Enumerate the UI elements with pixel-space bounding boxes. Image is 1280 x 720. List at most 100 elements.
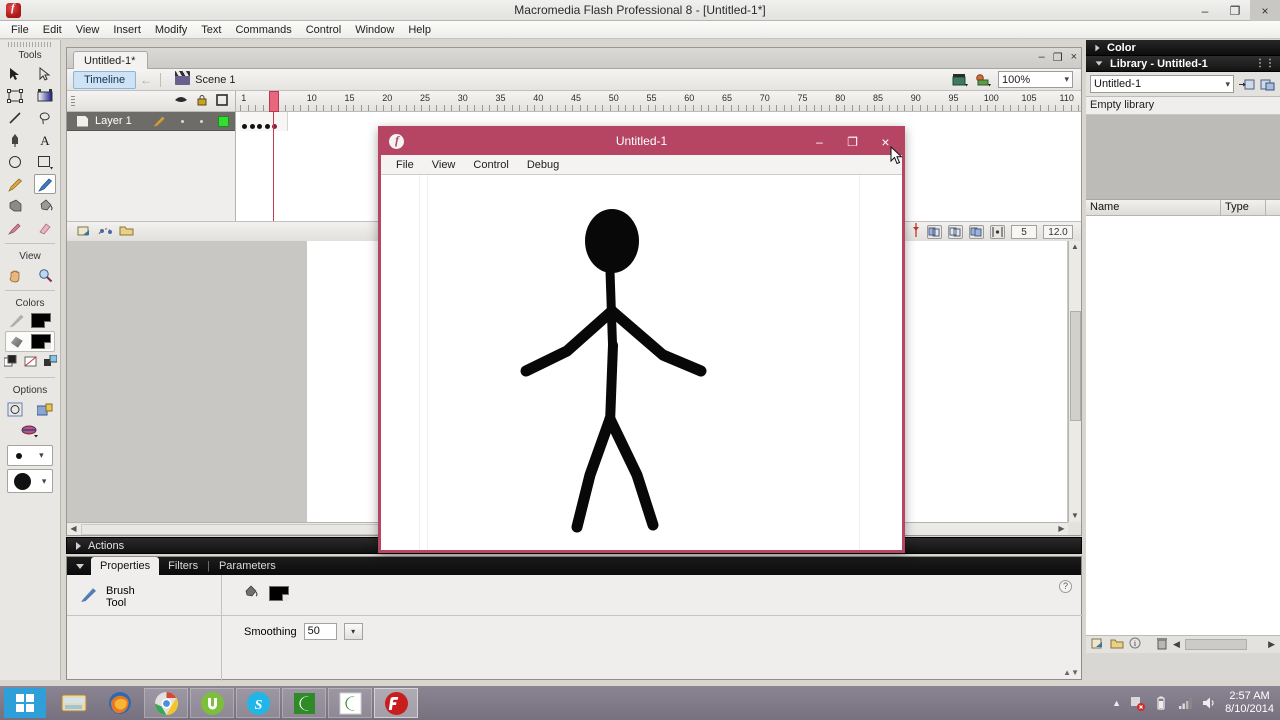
library-scroll-right-icon[interactable]: ▶ <box>1268 639 1275 650</box>
zoom-tool[interactable] <box>34 265 56 285</box>
menu-modify[interactable]: Modify <box>148 23 194 37</box>
smoothing-input[interactable]: 50 <box>303 623 337 640</box>
fill-color-swatch[interactable] <box>30 334 51 349</box>
pin-library-icon[interactable] <box>1260 77 1276 92</box>
menu-text[interactable]: Text <box>194 23 228 37</box>
stage-zoom-select[interactable]: 100% ▾ <box>998 71 1073 88</box>
timeline-button[interactable]: Timeline <box>73 70 137 89</box>
doc-close-button[interactable]: × <box>1071 51 1077 64</box>
menu-commands[interactable]: Commands <box>228 23 298 37</box>
selection-tool[interactable] <box>4 64 26 84</box>
onion-skin-outlines-icon[interactable] <box>948 224 963 239</box>
stage-vertical-scrollbar[interactable]: ▲ ▼ <box>1068 241 1081 522</box>
menu-view[interactable]: View <box>69 23 107 37</box>
timeline-frame-cell[interactable] <box>277 112 288 131</box>
player-menu-debug[interactable]: Debug <box>518 158 568 172</box>
menu-edit[interactable]: Edit <box>36 23 69 37</box>
panel-options-icon[interactable]: ⋮⋮ <box>1255 58 1280 69</box>
layer-name[interactable]: Layer 1 <box>95 115 132 127</box>
library-item-list[interactable] <box>1086 216 1280 635</box>
layer-lock-toggle[interactable] <box>199 119 203 123</box>
player-titlebar[interactable]: Untitled-1 – ❐ × <box>381 129 902 155</box>
color-panel-header[interactable]: Color <box>1086 40 1280 56</box>
scroll-left-arrow-icon[interactable]: ◀ <box>67 523 80 535</box>
scroll-up-arrow-icon[interactable]: ▲ <box>1069 241 1081 253</box>
menu-insert[interactable]: Insert <box>106 23 148 37</box>
library-horizontal-scroll-thumb[interactable] <box>1184 639 1247 650</box>
add-motion-guide-icon[interactable] <box>98 224 113 240</box>
skype-icon[interactable]: S <box>236 688 280 718</box>
player-maximize-button[interactable]: ❐ <box>836 129 869 155</box>
chrome-icon[interactable] <box>144 688 188 718</box>
player-menu-file[interactable]: File <box>387 158 423 172</box>
minimize-button[interactable]: – <box>1190 0 1220 21</box>
fps-indicator[interactable]: 12.0 <box>1043 224 1073 239</box>
collapse-triangle-icon[interactable] <box>76 563 84 569</box>
stroke-color-swatch[interactable] <box>30 313 51 328</box>
brush-mode-icon[interactable] <box>19 421 41 441</box>
edit-symbols-icon[interactable] <box>975 73 992 87</box>
brush-shape-selector[interactable]: ▾ <box>7 469 53 493</box>
text-tool[interactable]: A <box>34 130 56 150</box>
subselection-tool[interactable] <box>34 64 56 84</box>
tab-parameters[interactable]: Parameters <box>210 558 285 574</box>
document-tab[interactable]: Untitled-1* <box>73 51 149 69</box>
playhead-handle[interactable] <box>269 91 280 112</box>
flash-player-icon[interactable] <box>374 688 418 718</box>
tab-properties[interactable]: Properties <box>91 557 160 575</box>
object-drawing-icon[interactable] <box>4 399 26 419</box>
volume-icon[interactable] <box>1201 695 1217 711</box>
onion-skin-icon[interactable] <box>927 224 942 239</box>
utorrent-icon[interactable] <box>190 688 234 718</box>
ink-bottle-tool[interactable] <box>4 196 26 216</box>
lock-icon[interactable] <box>197 94 207 109</box>
smoothing-dropdown-button[interactable]: ▾ <box>343 623 363 640</box>
panel-grip[interactable] <box>8 42 52 47</box>
player-menu-view[interactable]: View <box>423 158 465 172</box>
lasso-tool[interactable] <box>34 108 56 128</box>
player-minimize-button[interactable]: – <box>803 129 836 155</box>
eye-icon[interactable] <box>174 95 188 107</box>
outline-icon[interactable] <box>216 93 228 109</box>
eyedropper-tool[interactable] <box>4 218 26 238</box>
show-hidden-icon[interactable]: ▲ <box>1112 698 1121 708</box>
timeline-grip[interactable] <box>71 96 75 107</box>
keyframe-marker[interactable] <box>249 124 255 129</box>
brush-tool[interactable] <box>34 174 56 194</box>
eraser-tool[interactable] <box>34 218 56 238</box>
edit-scene-icon[interactable] <box>952 73 969 87</box>
gradient-transform-tool[interactable] <box>34 86 56 106</box>
camtasia-recorder-icon[interactable] <box>282 688 326 718</box>
hand-tool[interactable] <box>4 265 26 285</box>
paint-bucket-tool[interactable] <box>34 196 56 216</box>
brush-size-selector[interactable]: ▾ <box>7 445 53 466</box>
library-document-select[interactable]: Untitled-1 ▾ <box>1090 75 1234 93</box>
start-button[interactable] <box>4 688 46 718</box>
free-transform-tool[interactable] <box>4 86 26 106</box>
taskbar-clock[interactable]: 2:57 AM 8/10/2014 <box>1225 690 1274 716</box>
menu-window[interactable]: Window <box>348 23 401 37</box>
new-folder-icon[interactable] <box>1110 637 1124 653</box>
swap-colors-icon[interactable] <box>43 354 57 371</box>
library-scroll-left-icon[interactable]: ◀ <box>1173 639 1180 650</box>
player-stage[interactable] <box>381 175 902 550</box>
pencil-tool[interactable] <box>4 174 26 194</box>
tab-filters[interactable]: Filters <box>159 558 207 574</box>
library-column-type[interactable]: Type <box>1221 200 1266 215</box>
delete-icon[interactable] <box>1156 637 1168 653</box>
battery-icon[interactable] <box>1153 695 1169 711</box>
insert-layer-folder-icon[interactable] <box>119 224 134 240</box>
insert-layer-icon[interactable] <box>77 224 92 240</box>
no-color-icon[interactable] <box>24 355 37 371</box>
layer-row[interactable]: Layer 1 <box>67 112 235 131</box>
timeline-ruler[interactable]: 1510152025303540455055606570758085909510… <box>236 91 1081 112</box>
line-tool[interactable] <box>4 108 26 128</box>
oval-tool[interactable] <box>4 152 26 172</box>
camtasia-studio-icon[interactable] <box>328 688 372 718</box>
new-symbol-icon[interactable] <box>1091 637 1105 653</box>
properties-scroll-arrow-icon[interactable]: ▲▼ <box>1063 668 1079 677</box>
lock-fill-icon[interactable] <box>34 399 56 419</box>
playhead[interactable] <box>269 91 280 221</box>
pen-tool[interactable] <box>4 130 26 150</box>
layer-visibility-toggle[interactable] <box>180 119 184 123</box>
